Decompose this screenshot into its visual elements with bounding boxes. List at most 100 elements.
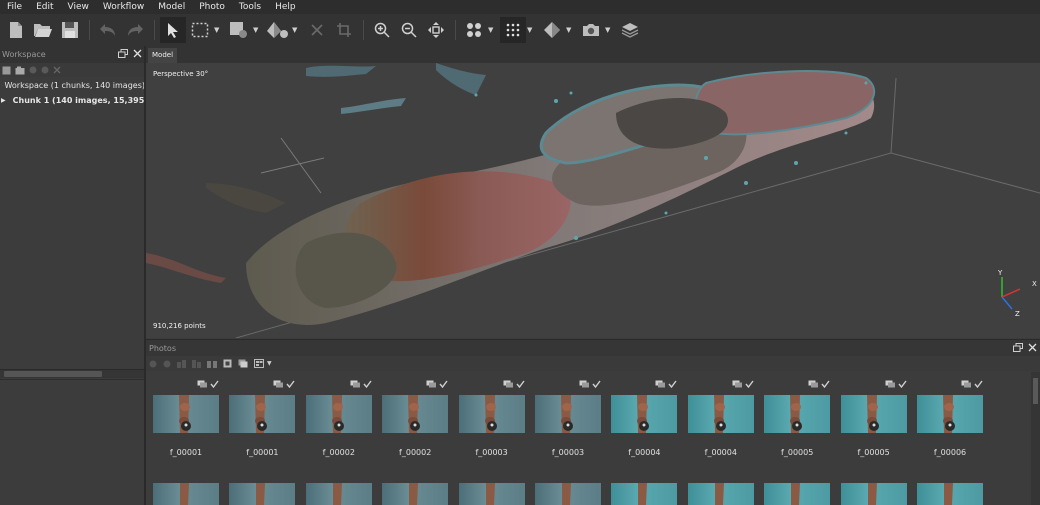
photo-caption: f_00005 (781, 448, 814, 457)
reset-filter-icon[interactable] (223, 359, 232, 368)
photo-thumbnail[interactable] (229, 483, 296, 505)
scrollbar-thumb[interactable] (1033, 378, 1038, 404)
redo-icon[interactable] (122, 17, 148, 43)
camera-aligned-icon (350, 380, 360, 388)
enable-icon[interactable] (41, 66, 49, 74)
chevron-down-icon[interactable]: ▼ (292, 26, 300, 34)
zoom-in-icon[interactable] (369, 17, 395, 43)
navigation-cursor-icon[interactable] (160, 17, 186, 43)
expand-arrow-icon[interactable]: ▶ (1, 97, 6, 104)
camera-aligned-icon (808, 380, 819, 388)
menu-view[interactable]: View (61, 0, 96, 14)
close-icon[interactable] (133, 49, 142, 58)
rotate-object-icon[interactable] (265, 17, 291, 43)
point-cloud-icon[interactable] (500, 17, 526, 43)
photo-caption: f_00006 (933, 448, 967, 457)
photo-caption: f_00002 (399, 448, 432, 457)
view-mode-icon[interactable] (254, 359, 264, 368)
chevron-down-icon[interactable]: ▼ (566, 26, 574, 34)
camera-aligned-icon (579, 380, 589, 388)
add-photos-icon[interactable] (15, 66, 25, 75)
photo-thumbnail[interactable] (382, 483, 449, 505)
chevron-down-icon[interactable]: ▼ (267, 360, 272, 367)
photos-title: Photos (149, 343, 176, 353)
float-pane-icon[interactable] (1013, 343, 1023, 352)
workspace-tree: Workspace (1 chunks, 140 images) ▶ Chunk… (0, 78, 145, 368)
photo-caption: f_00004 (704, 448, 737, 457)
tab-model[interactable]: Model (148, 48, 178, 63)
disable-camera-icon[interactable] (163, 360, 171, 368)
show-cameras-icon[interactable] (461, 17, 487, 43)
camera-aligned-icon (273, 380, 284, 388)
photo-thumbnail[interactable] (611, 483, 678, 505)
rotate-right-icon[interactable] (192, 359, 201, 368)
menu-help[interactable]: Help (268, 0, 303, 14)
chunk-label: Chunk 1 (140 images, 15,395 ti (12, 96, 145, 105)
photo-image (764, 395, 831, 433)
tree-chunk[interactable]: ▶ Chunk 1 (140 images, 15,395 ti (0, 93, 145, 108)
camera-aligned-icon (197, 380, 207, 388)
photo-thumbnail[interactable] (840, 483, 907, 505)
photo-caption: f_00001 (246, 448, 279, 457)
close-icon[interactable] (1028, 343, 1037, 352)
photo-caption: f_00004 (628, 448, 661, 457)
camera-aligned-icon (961, 380, 971, 388)
rotate-left-icon[interactable] (177, 359, 186, 368)
photo-image (840, 395, 907, 433)
photo-thumbnail[interactable] (764, 483, 831, 505)
model-shaded-icon[interactable] (539, 17, 565, 43)
axis-x-label: X (1032, 280, 1037, 288)
workspace-pane-header: Workspace (0, 46, 145, 63)
tree-root[interactable]: Workspace (1 chunks, 140 images) (0, 78, 145, 93)
undo-icon[interactable] (95, 17, 121, 43)
photo-thumbnail[interactable] (153, 483, 219, 505)
camera-status-flags (579, 380, 601, 388)
model-viewport[interactable]: Perspective 30° 910,216 points Y X Z (146, 63, 1040, 338)
resize-region-icon[interactable] (226, 17, 252, 43)
photo-thumbnail[interactable] (305, 483, 372, 505)
delete-selection-icon[interactable] (304, 17, 330, 43)
tiled-model-icon[interactable] (617, 17, 643, 43)
menu-file[interactable]: File (0, 0, 29, 14)
photos-toolbar: ▼ (146, 356, 1040, 371)
axis-y-label: Y (998, 269, 1003, 277)
menu-photo[interactable]: Photo (192, 0, 232, 14)
photo-thumbnail[interactable] (458, 483, 525, 505)
menu-workflow[interactable]: Workflow (96, 0, 151, 14)
remove-camera-icon[interactable] (149, 360, 157, 368)
photo-thumbnail[interactable] (917, 483, 983, 505)
gallery-vertical-scrollbar[interactable] (1031, 372, 1040, 505)
filter-icon[interactable] (207, 360, 217, 368)
chevron-down-icon[interactable]: ▼ (605, 26, 613, 34)
capture-view-icon[interactable] (578, 17, 604, 43)
chevron-down-icon[interactable]: ▼ (527, 26, 535, 34)
disable-icon[interactable] (53, 66, 61, 74)
photo-thumbnail[interactable] (687, 483, 754, 505)
chevron-down-icon[interactable]: ▼ (253, 26, 261, 34)
checkmark-icon (363, 380, 372, 388)
add-chunk-icon[interactable] (2, 66, 11, 75)
camera-aligned-icon (655, 380, 666, 388)
zoom-out-icon[interactable] (396, 17, 422, 43)
rectangle-selection-icon[interactable] (187, 17, 213, 43)
chevron-down-icon[interactable]: ▼ (488, 26, 496, 34)
photo-thumbnail[interactable] (535, 483, 601, 505)
menu-tools[interactable]: Tools (232, 0, 268, 14)
scrollbar-thumb[interactable] (4, 371, 102, 377)
new-document-icon[interactable] (3, 17, 29, 43)
menu-edit[interactable]: Edit (29, 0, 60, 14)
menu-model[interactable]: Model (151, 0, 192, 14)
open-folder-icon[interactable] (30, 17, 56, 43)
crop-selection-icon[interactable] (331, 17, 357, 43)
workspace-horizontal-scrollbar[interactable] (0, 369, 145, 378)
photo-caption: f_00003 (475, 448, 508, 457)
checkmark-icon (745, 380, 754, 388)
remove-icon[interactable] (29, 66, 37, 74)
save-icon[interactable] (57, 17, 83, 43)
photo-caption: f_00005 (857, 448, 890, 457)
chevron-down-icon[interactable]: ▼ (214, 26, 222, 34)
photo-image (687, 395, 754, 433)
float-pane-icon[interactable] (118, 49, 128, 58)
show-masks-icon[interactable] (238, 359, 248, 368)
move-object-icon[interactable] (423, 17, 449, 43)
